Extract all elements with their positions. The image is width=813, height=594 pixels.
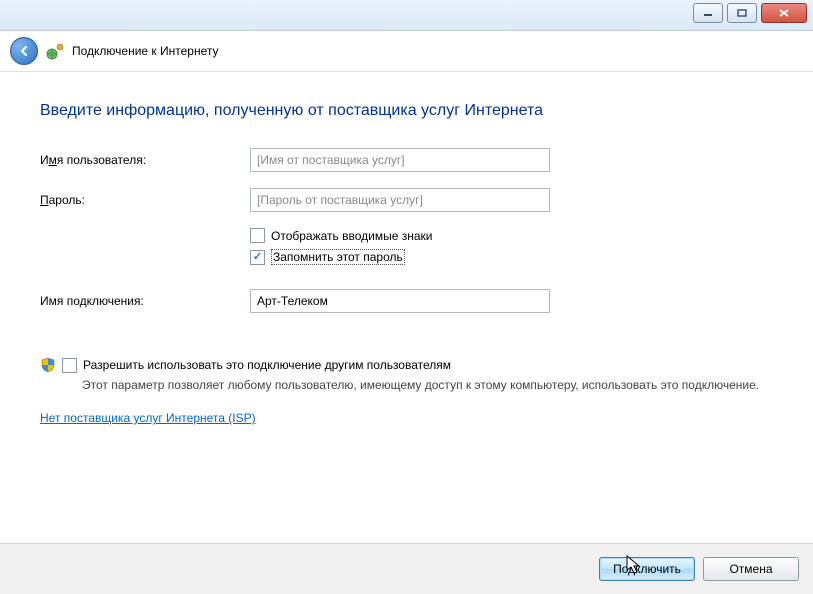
show-characters-checkbox[interactable] xyxy=(250,228,265,243)
back-button[interactable] xyxy=(10,37,38,65)
username-row: Имя пользователя: xyxy=(40,148,773,172)
minimize-button[interactable] xyxy=(693,3,723,23)
show-characters-label: Отображать вводимые знаки xyxy=(271,229,433,243)
close-button[interactable] xyxy=(761,3,807,23)
remember-password-label: Запомнить этот пароль xyxy=(271,249,405,265)
show-chars-row: Отображать вводимые знаки Запомнить этот… xyxy=(40,228,773,271)
username-input[interactable] xyxy=(250,148,550,172)
wizard-title: Подключение к Интернету xyxy=(72,44,219,58)
username-label: Имя пользователя: xyxy=(40,153,250,167)
remember-password-checkbox[interactable] xyxy=(250,250,265,265)
globe-network-icon xyxy=(46,42,64,60)
allow-others-block: Разрешить использовать это подключение д… xyxy=(40,357,773,393)
titlebar xyxy=(0,0,813,31)
allow-others-label: Разрешить использовать это подключение д… xyxy=(83,358,451,372)
cancel-button[interactable]: Отмена xyxy=(703,557,799,581)
wizard-window: Подключение к Интернету Введите информац… xyxy=(0,0,813,594)
password-row: Пароль: xyxy=(40,188,773,212)
connect-button[interactable]: Подключить xyxy=(599,557,695,581)
minimize-icon xyxy=(703,9,713,17)
page-heading: Введите информацию, полученную от постав… xyxy=(40,102,773,120)
maximize-icon xyxy=(737,9,747,17)
connection-name-input[interactable] xyxy=(250,289,550,313)
password-label: Пароль: xyxy=(40,193,250,207)
wizard-header: Подключение к Интернету xyxy=(0,31,813,72)
window-controls xyxy=(693,3,807,23)
password-input[interactable] xyxy=(250,188,550,212)
wizard-footer: Подключить Отмена xyxy=(0,543,813,594)
allow-others-checkbox[interactable] xyxy=(62,358,77,373)
uac-shield-icon xyxy=(40,357,56,373)
allow-others-description: Этот параметр позволяет любому пользоват… xyxy=(82,377,772,393)
no-isp-link[interactable]: Нет поставщика услуг Интернета (ISP) xyxy=(40,411,256,425)
wizard-body: Введите информацию, полученную от постав… xyxy=(0,72,813,425)
connection-name-label: Имя подключения: xyxy=(40,294,250,308)
connection-name-row: Имя подключения: xyxy=(40,289,773,313)
maximize-button[interactable] xyxy=(727,3,757,23)
close-icon xyxy=(778,8,790,18)
arrow-left-icon xyxy=(17,44,31,58)
